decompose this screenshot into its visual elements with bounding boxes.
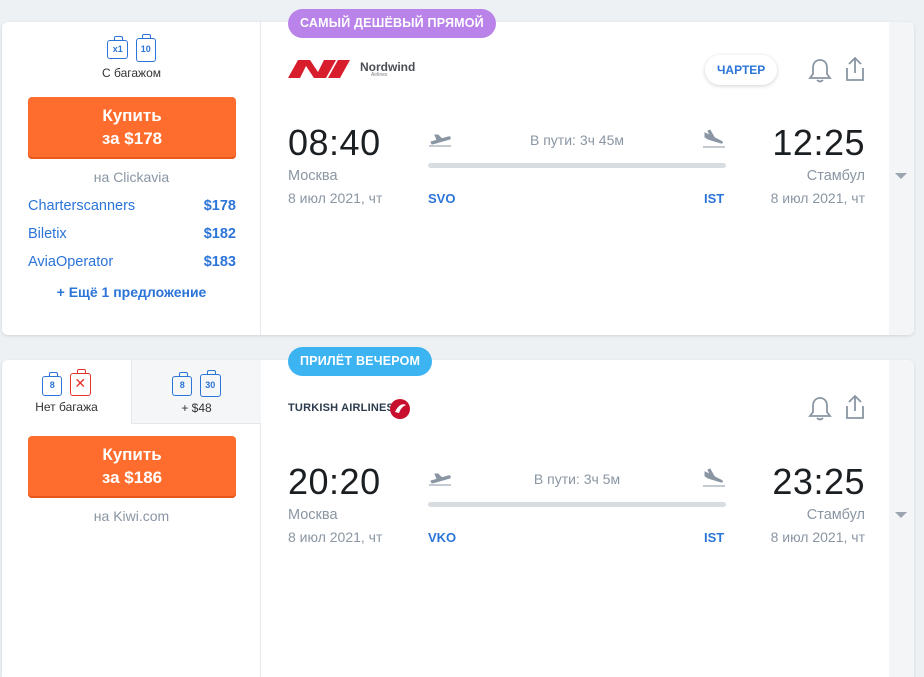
baggage-info: x1 10 С багажом (2, 34, 261, 80)
buy-button[interactable]: Купить за $178 (28, 97, 236, 159)
alt-offer-link[interactable]: AviaOperator $183 (28, 254, 236, 270)
hand-luggage-icon: 8 (42, 372, 63, 396)
alt-offer-link[interactable]: Biletix $182 (28, 226, 236, 242)
tab-with-baggage[interactable]: 8 30 + $48 (131, 360, 261, 424)
arrival-date: 8 июл 2021, чт (770, 190, 865, 206)
airline-logo-nordwind: Nordwind Airlines (288, 60, 415, 83)
ticket-card-2[interactable]: ПРИЛЁТ ВЕЧЕРОМ 8 ✕ Нет багажа 8 30 + $48… (2, 347, 914, 677)
bell-icon[interactable] (808, 57, 832, 85)
flight-details: Nordwind Airlines ЧАРТЕР 08:40 Москва 8 … (261, 22, 889, 335)
turkish-tulip-icon (390, 399, 410, 419)
tab-caption: Нет багажа (35, 400, 98, 414)
share-icon[interactable] (843, 55, 867, 83)
landing-icon (703, 129, 725, 148)
tab-no-baggage[interactable]: 8 ✕ Нет багажа (2, 360, 131, 424)
checked-luggage-icon: 30 (199, 370, 221, 397)
share-icon[interactable] (843, 393, 867, 421)
airline-sub: Airlines (371, 72, 388, 78)
nordwind-mark-icon (288, 60, 350, 78)
expand-toggle[interactable] (889, 360, 914, 677)
route-line (428, 163, 726, 168)
departure-date: 8 июл 2021, чт (288, 190, 383, 206)
hand-luggage-icon: 8 (172, 372, 193, 396)
arrival-time: 12:25 (772, 122, 865, 163)
alt-offer-name: AviaOperator (28, 254, 114, 270)
alt-offer-price: $182 (203, 226, 236, 242)
alt-offer-price: $178 (203, 198, 236, 214)
alt-offer-link[interactable]: Charterscanners $178 (28, 198, 236, 214)
departure-time: 20:20 (288, 461, 381, 502)
ticket-card-1[interactable]: САМЫЙ ДЕШЁВЫЙ ПРЯМОЙ x1 10 С багажом Куп… (2, 9, 914, 335)
route-line (428, 502, 726, 507)
arrival-city: Стамбул (806, 168, 865, 184)
arrival-city: Стамбул (806, 507, 865, 523)
buy-label: Купить (102, 106, 162, 125)
airline-name: TURKISH AIRLINES (288, 402, 395, 414)
landing-icon (703, 468, 725, 487)
charter-badge: ЧАРТЕР (705, 55, 778, 85)
more-offers-link[interactable]: + Ещё 1 предложение (2, 284, 261, 300)
flight-duration: В пути: 3ч 45м (530, 132, 624, 148)
expand-toggle[interactable] (889, 22, 914, 335)
bell-icon[interactable] (808, 395, 832, 423)
departure-date: 8 июл 2021, чт (288, 529, 383, 545)
flight-duration: В пути: 3ч 5м (533, 471, 621, 487)
departure-city: Москва (288, 168, 338, 184)
airline-name: Nordwind (360, 60, 416, 74)
departure-time: 08:40 (288, 122, 381, 163)
buy-price: за $178 (101, 129, 163, 148)
tab-caption: + $48 (181, 401, 212, 415)
flight-details: TURKISH AIRLINES 20:20 Москва 8 июл 2021… (261, 360, 889, 677)
baggage-caption: С багажом (101, 66, 161, 80)
checked-luggage-icon: 10 (135, 34, 156, 62)
departure-airport[interactable]: SVO (428, 191, 455, 206)
buy-label: Купить (102, 445, 162, 464)
buy-button[interactable]: Купить за $186 (28, 436, 236, 498)
price-panel: 8 ✕ Нет багажа 8 30 + $48 Купить за $186… (2, 360, 261, 677)
agency-name: на Kiwi.com (93, 508, 170, 524)
chevron-down-icon (895, 173, 907, 179)
departure-airport[interactable]: VKO (428, 530, 456, 545)
alt-offer-price: $183 (203, 254, 236, 270)
buy-price: за $186 (101, 468, 163, 487)
departure-city: Москва (288, 507, 338, 523)
alt-offer-name: Charterscanners (28, 198, 136, 214)
arrival-airport[interactable]: IST (704, 191, 724, 206)
arrival-time: 23:25 (772, 461, 865, 502)
hand-luggage-icon: x1 (107, 36, 129, 59)
alt-offer-name: Biletix (28, 226, 67, 242)
price-panel: x1 10 С багажом Купить за $178 на Clicka… (2, 22, 261, 335)
arrival-date: 8 июл 2021, чт (770, 529, 865, 545)
arrival-airport[interactable]: IST (704, 530, 724, 545)
agency-name: на Clickavia (93, 169, 170, 185)
no-checked-luggage-icon: ✕ (69, 369, 91, 396)
chevron-down-icon (895, 512, 907, 518)
